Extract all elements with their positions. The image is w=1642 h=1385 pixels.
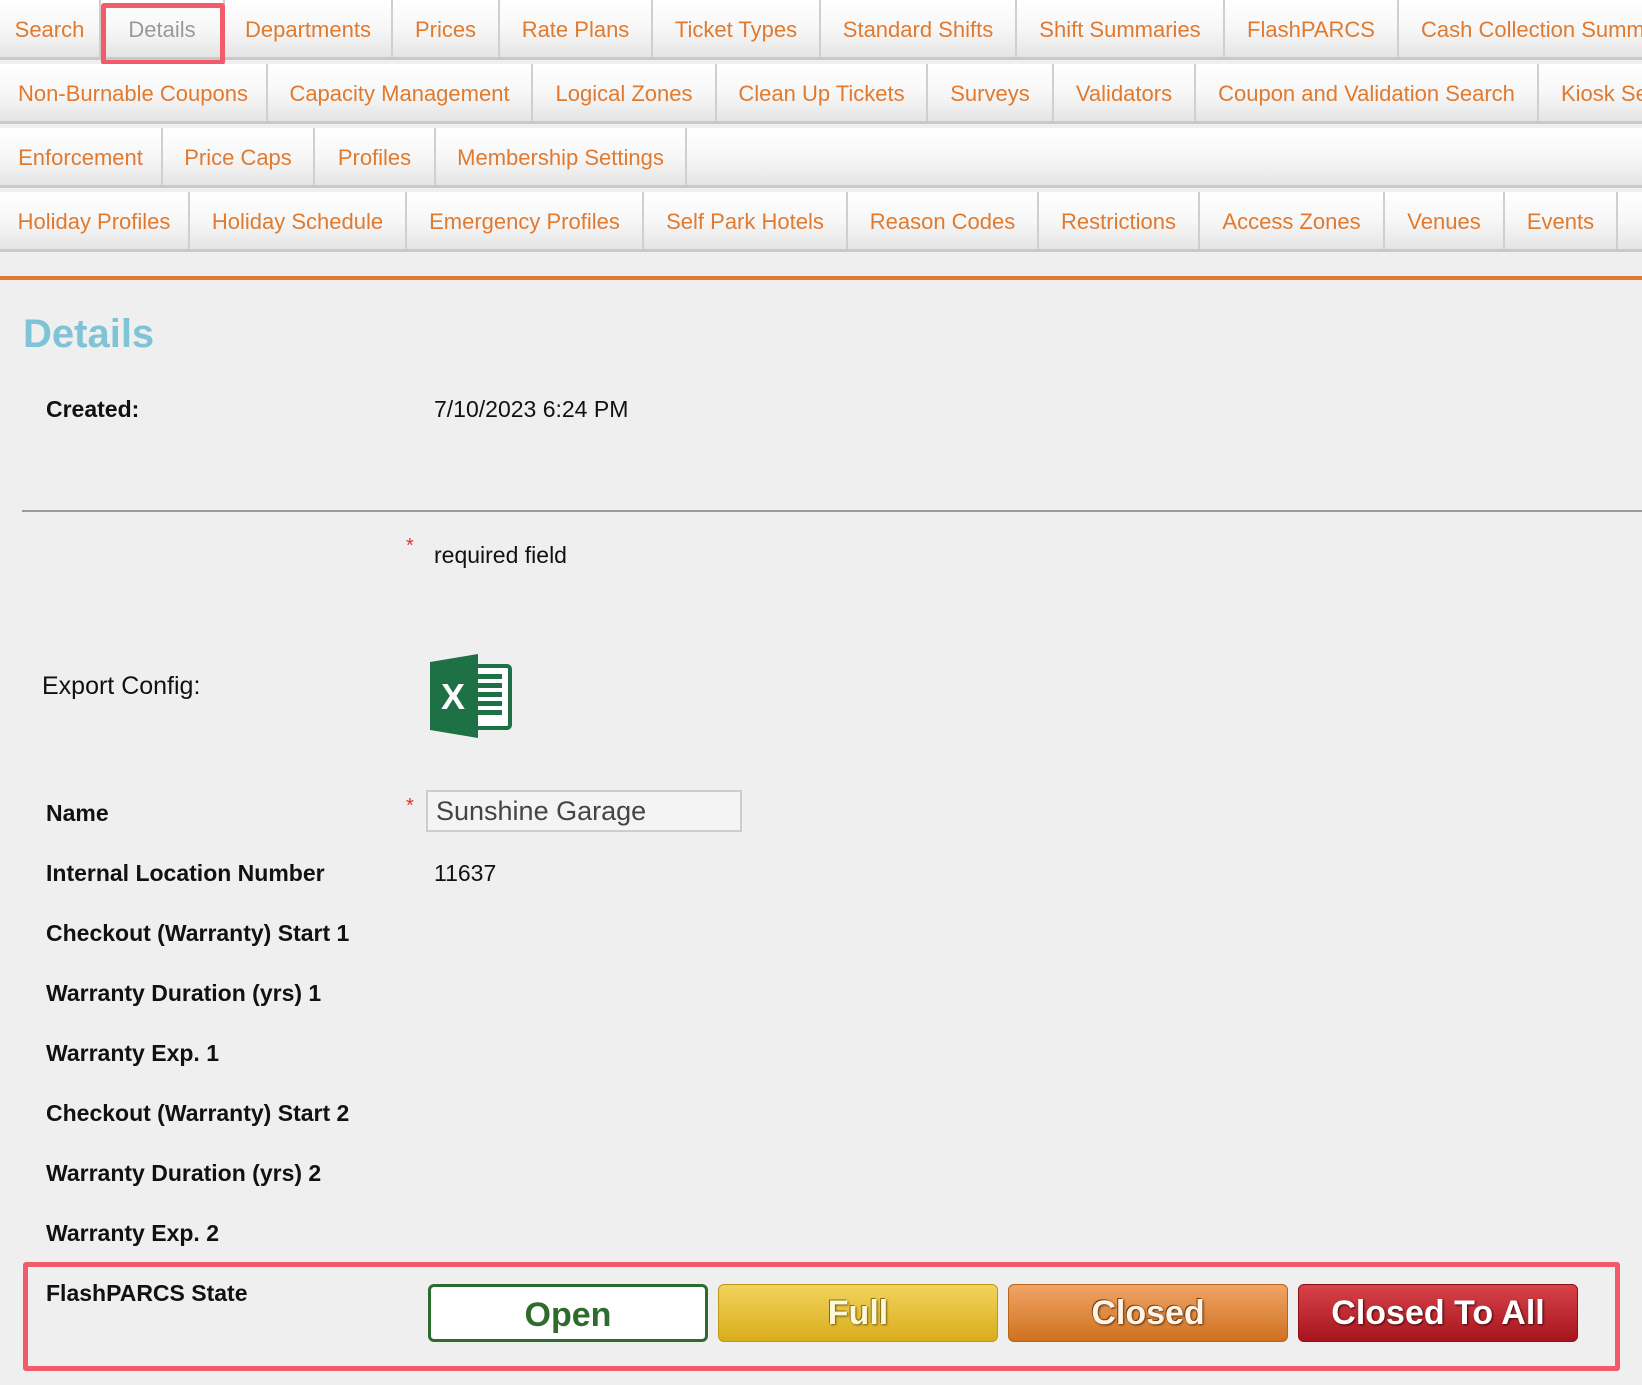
- tab-prices[interactable]: Prices: [393, 0, 500, 57]
- full-state-button[interactable]: Full: [718, 1284, 998, 1342]
- tab-self-park-hotels[interactable]: Self Park Hotels: [644, 192, 848, 249]
- required-star: *: [406, 535, 414, 557]
- details-tab-highlight: [101, 3, 225, 65]
- tab-flashparcs[interactable]: FlashPARCS: [1225, 0, 1399, 57]
- tab-cash-collection-summaries[interactable]: Cash Collection Summ: [1399, 0, 1642, 57]
- tab-row-1: Search Details Departments Prices Rate P…: [0, 0, 1642, 60]
- checkout-start-1-label: Checkout (Warranty) Start 1: [46, 920, 350, 946]
- horizontal-divider: [22, 510, 1642, 512]
- tab-price-caps[interactable]: Price Caps: [163, 128, 315, 185]
- tab-shift-summaries[interactable]: Shift Summaries: [1017, 0, 1225, 57]
- export-config-label: Export Config:: [42, 672, 201, 700]
- tab-logical-zones[interactable]: Logical Zones: [533, 64, 717, 121]
- tab-rate-plans[interactable]: Rate Plans: [500, 0, 653, 57]
- tab-kiosk-settings[interactable]: Kiosk Se: [1539, 64, 1642, 121]
- tab-standard-shifts[interactable]: Standard Shifts: [821, 0, 1017, 57]
- warranty-exp-2-label: Warranty Exp. 2: [46, 1220, 219, 1246]
- open-state-button[interactable]: Open: [428, 1284, 708, 1342]
- tab-restrictions[interactable]: Restrictions: [1039, 192, 1200, 249]
- tab-profiles[interactable]: Profiles: [315, 128, 436, 185]
- closed-state-button[interactable]: Closed: [1008, 1284, 1288, 1342]
- tab-reason-codes[interactable]: Reason Codes: [848, 192, 1039, 249]
- tab-venues[interactable]: Venues: [1385, 192, 1505, 249]
- tab-clean-up-tickets[interactable]: Clean Up Tickets: [717, 64, 928, 121]
- tab-surveys[interactable]: Surveys: [928, 64, 1054, 121]
- tab-enforcement[interactable]: Enforcement: [0, 128, 163, 185]
- flashparcs-state-label: FlashPARCS State: [46, 1280, 248, 1306]
- created-value: 7/10/2023 6:24 PM: [434, 396, 629, 422]
- section-divider: [0, 276, 1642, 280]
- tab-row-3: Enforcement Price Caps Profiles Membersh…: [0, 128, 1642, 188]
- name-input[interactable]: [426, 790, 742, 832]
- tab-row-2: Non-Burnable Coupons Capacity Management…: [0, 64, 1642, 124]
- closed-to-all-state-button[interactable]: Closed To All: [1298, 1284, 1578, 1342]
- tab-capacity-management[interactable]: Capacity Management: [268, 64, 533, 121]
- tab-search[interactable]: Search: [0, 0, 101, 57]
- tab-coupon-validation-search[interactable]: Coupon and Validation Search: [1196, 64, 1539, 121]
- tab-holiday-profiles[interactable]: Holiday Profiles: [0, 192, 190, 249]
- required-field-note: required field: [434, 542, 567, 568]
- warranty-exp-1-label: Warranty Exp. 1: [46, 1040, 219, 1066]
- tab-departments[interactable]: Departments: [225, 0, 393, 57]
- tab-access-zones[interactable]: Access Zones: [1200, 192, 1385, 249]
- tab-row-4: Holiday Profiles Holiday Schedule Emerge…: [0, 192, 1642, 252]
- tab-membership-settings[interactable]: Membership Settings: [436, 128, 687, 185]
- tab-ticket-types[interactable]: Ticket Types: [653, 0, 821, 57]
- tab-events[interactable]: Events: [1505, 192, 1618, 249]
- tab-non-burnable-coupons[interactable]: Non-Burnable Coupons: [0, 64, 268, 121]
- name-label: Name: [46, 800, 109, 826]
- tab-validators[interactable]: Validators: [1054, 64, 1196, 121]
- tab-emergency-profiles[interactable]: Emergency Profiles: [407, 192, 644, 249]
- internal-location-label: Internal Location Number: [46, 860, 325, 886]
- warranty-duration-2-label: Warranty Duration (yrs) 2: [46, 1160, 322, 1186]
- tab-holiday-schedule[interactable]: Holiday Schedule: [190, 192, 407, 249]
- page-title: Details: [23, 312, 155, 356]
- checkout-start-2-label: Checkout (Warranty) Start 2: [46, 1100, 350, 1126]
- excel-icon[interactable]: X: [428, 652, 516, 740]
- created-label: Created:: [46, 396, 140, 422]
- warranty-duration-1-label: Warranty Duration (yrs) 1: [46, 980, 322, 1006]
- internal-location-value: 11637: [434, 860, 497, 886]
- svg-text:X: X: [441, 676, 465, 717]
- name-required-star: *: [406, 795, 414, 817]
